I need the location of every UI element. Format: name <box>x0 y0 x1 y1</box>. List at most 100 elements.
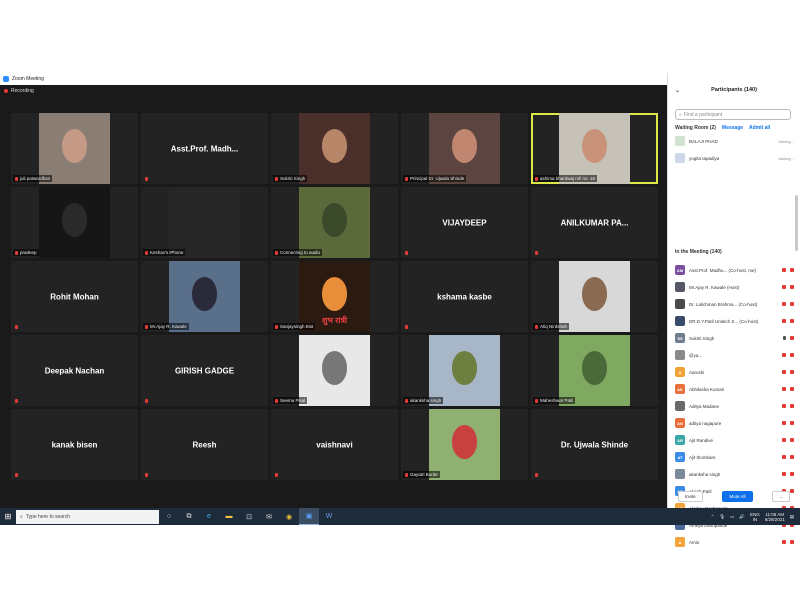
participant-display-name: GIRISH GADGE <box>174 366 235 375</box>
participant-name: Sukriti Singh <box>689 335 715 341</box>
more-button[interactable]: ... <box>772 490 791 502</box>
video-off-icon <box>790 285 794 289</box>
video-tile[interactable]: akanksha singh <box>401 335 528 406</box>
video-off-icon <box>790 455 794 459</box>
video-tile[interactable]: Atiq Nirdshah <box>531 261 658 332</box>
admit-all-link[interactable]: Admit all <box>749 125 770 131</box>
video-tile[interactable]: Deepak Nachan <box>11 335 138 406</box>
participant-row[interactable]: AM Asst.Prof. Madhu... (Co-host, me) <box>675 263 794 277</box>
search-icon: ⌕ <box>679 111 682 118</box>
video-tile[interactable]: kanak bisen <box>11 409 138 480</box>
word-icon[interactable]: W <box>319 508 339 525</box>
cortana-icon[interactable]: ○ <box>159 508 179 525</box>
mute-all-button[interactable]: Mute All <box>722 490 753 502</box>
waiting-room-row[interactable]: yogita tapadiya Joining... <box>675 151 794 165</box>
participant-row[interactable]: A Aarushi <box>675 365 794 379</box>
task-view-icon[interactable]: ⧉ <box>179 508 199 525</box>
participant-row[interactable]: Aditya Madane <box>675 399 794 413</box>
participant-search-input[interactable]: ⌕ Find a participant <box>675 109 791 120</box>
mic-muted-indicator <box>143 176 150 182</box>
participant-row[interactable]: SS Sukriti Singh <box>675 331 794 345</box>
mic-muted-icon <box>145 177 148 181</box>
participant-row[interactable]: AT Ajit thombare <box>675 450 794 464</box>
participant-row[interactable]: @ya... <box>675 348 794 362</box>
mic-muted-icon <box>405 472 408 477</box>
participant-status-icons <box>782 268 794 272</box>
mic-muted-icon <box>535 251 538 255</box>
volume-icon[interactable]: 🔊 <box>739 514 745 520</box>
video-tile[interactable]: vaishnavi <box>271 409 398 480</box>
mail-icon[interactable]: ✉ <box>259 508 279 525</box>
language-indicator[interactable]: ENG IN <box>750 512 760 522</box>
taskbar-search-input[interactable]: ⌕ Type here to search <box>16 509 159 524</box>
participant-row[interactable]: AR Ajit Randive <box>675 433 794 447</box>
participant-face <box>581 276 608 311</box>
clock[interactable]: 11:06 AM 6/28/2021 <box>765 512 785 522</box>
edge-icon[interactable]: e <box>199 508 219 525</box>
video-feed <box>298 113 371 184</box>
video-tile[interactable]: juli patwardhan <box>11 113 138 184</box>
video-tile[interactable]: Principal Dr. Ujwala Shinde <box>401 113 528 184</box>
video-feed <box>428 409 501 480</box>
video-tile[interactable]: ANILKUMAR PA... <box>531 187 658 258</box>
microphone-icon[interactable]: 🎙 <box>719 514 725 520</box>
invite-button[interactable]: Invite <box>677 490 703 502</box>
mic-muted-indicator <box>13 472 20 478</box>
video-tile[interactable]: kshama kasbe <box>401 261 528 332</box>
video-tile[interactable]: Gayatri Burde <box>401 409 528 480</box>
store-icon[interactable]: ⊡ <box>239 508 259 525</box>
participant-row[interactable]: akanksha singh <box>675 467 794 481</box>
chrome-icon[interactable]: ◉ <box>279 508 299 525</box>
participant-face <box>321 350 348 385</box>
video-off-icon <box>790 336 794 340</box>
video-tile[interactable]: Rohit Mohan <box>11 261 138 332</box>
participant-row[interactable]: Mr.Ajay R. Kawale (Host) <box>675 280 794 294</box>
video-tile[interactable]: Seema Pisal <box>271 335 398 406</box>
video-tile[interactable]: Connecting to audio <box>271 187 398 258</box>
video-feed <box>428 113 501 184</box>
waiting-room-row[interactable]: BALAJI PHAD Joining... <box>675 134 794 148</box>
video-tile[interactable]: Dr. Ujwala Shinde <box>531 409 658 480</box>
file-explorer-icon[interactable]: ▬ <box>219 508 239 525</box>
participant-status-icons <box>782 285 794 289</box>
zoom-taskbar-icon[interactable]: ▣ <box>299 508 319 525</box>
participant-row[interactable]: AK Abhilasha Kumari <box>675 382 794 396</box>
waiting-room-label[interactable]: Waiting Room (2) <box>675 125 716 131</box>
participant-row[interactable]: DR.D.Y.Patil Unitech S... (Co-host) <box>675 314 794 328</box>
video-tile[interactable]: Asst.Prof. Madh... <box>141 113 268 184</box>
video-tile[interactable]: Reesh <box>141 409 268 480</box>
in-meeting-header[interactable]: In the Meeting (140) <box>675 249 722 255</box>
participant-name: aditya nagapure <box>689 420 722 426</box>
video-off-icon <box>790 421 794 425</box>
video-off-icon <box>790 302 794 306</box>
participant-name-label: Keshav's iPhone <box>143 249 186 256</box>
chevron-up-icon[interactable]: ⌃ <box>711 514 715 520</box>
system-tray: ⌃ 🎙 ▭ 🔊 ENG IN 11:06 AM 6/28/2021 ▤ <box>711 508 794 525</box>
video-tile[interactable]: शुभ रात्री Sanjaysingh Bist <box>271 261 398 332</box>
video-tile[interactable]: pradeep <box>11 187 138 258</box>
video-tile[interactable]: Keshav's iPhone <box>141 187 268 258</box>
participant-name-label: Principal Dr. Ujwala Shinde <box>403 175 467 182</box>
chevron-down-icon[interactable]: ⌄ <box>675 87 680 94</box>
video-feed <box>168 187 241 258</box>
recording-indicator[interactable]: Recording <box>4 88 34 94</box>
windows-start-icon[interactable]: ⊞ <box>0 508 16 525</box>
notifications-icon[interactable]: ▤ <box>790 514 794 520</box>
participant-status-icons <box>782 472 794 476</box>
participant-scrollbar[interactable] <box>795 195 798 251</box>
mic-muted-icon <box>782 404 786 408</box>
video-tile[interactable]: Sukriti Singh <box>271 113 398 184</box>
participant-display-name: Reesh <box>192 440 217 449</box>
participant-face <box>451 350 478 385</box>
participant-row[interactable]: Dr. Lalichman Brahma... (Co-host) <box>675 297 794 311</box>
network-icon[interactable]: ▭ <box>730 514 734 520</box>
mic-muted-icon <box>275 398 278 403</box>
participant-row[interactable]: AN aditya nagapure <box>675 416 794 430</box>
video-tile[interactable]: VIJAYDEEP <box>401 187 528 258</box>
video-tile[interactable]: Maheshwar Patil <box>531 335 658 406</box>
video-tile[interactable]: GIRISH GADGE <box>141 335 268 406</box>
message-link[interactable]: Message <box>722 125 743 131</box>
video-tile[interactable]: Mr.Ajay R. Kawale <box>141 261 268 332</box>
video-tile[interactable]: ashima bhardwaj roll no. 18 <box>531 113 658 184</box>
participant-row[interactable]: A Amin <box>675 535 794 549</box>
